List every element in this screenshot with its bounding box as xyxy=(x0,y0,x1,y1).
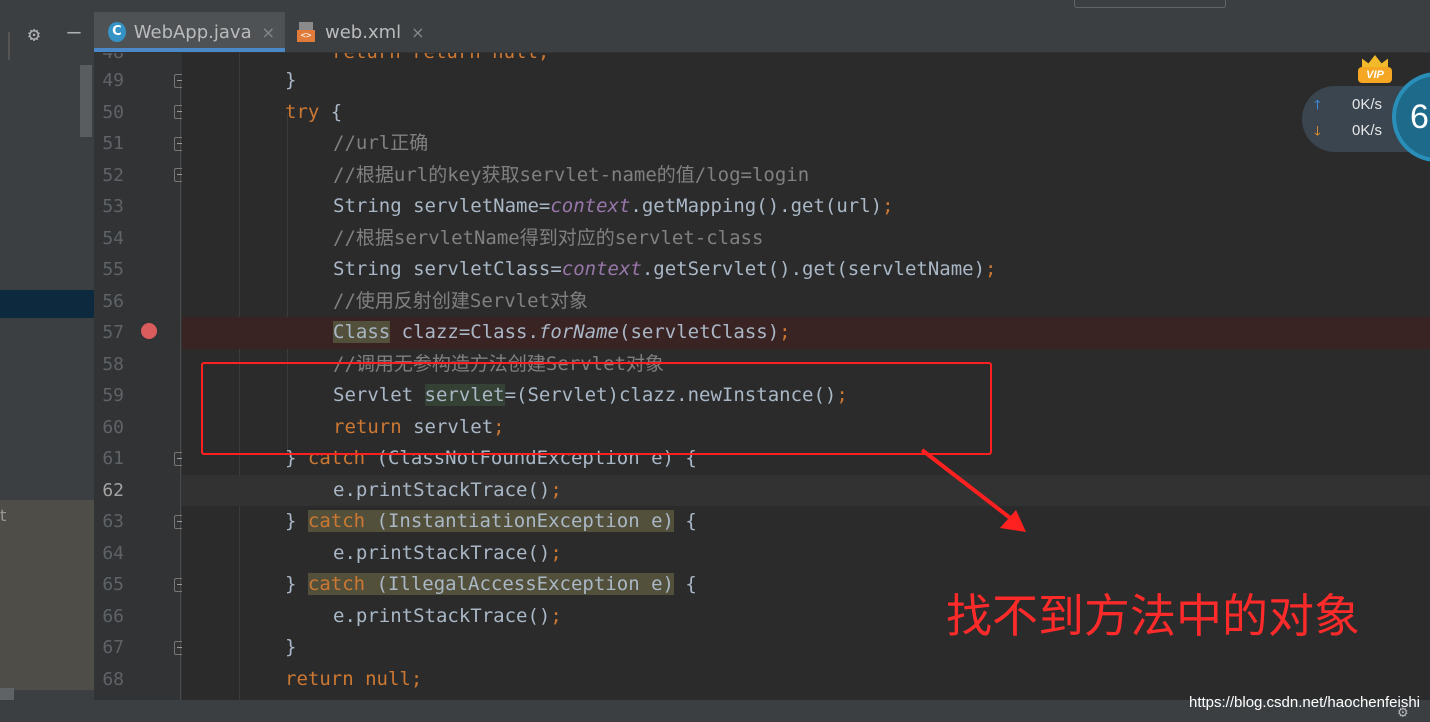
line-number: 60 xyxy=(102,416,124,438)
code-line: try { xyxy=(285,100,343,123)
code-line: } xyxy=(285,69,297,91)
close-icon[interactable]: × xyxy=(411,23,424,42)
navigation-bar xyxy=(94,0,1430,12)
annotation-highlight-box xyxy=(201,362,992,455)
download-speed: 0K/s xyxy=(1352,122,1383,139)
editor-gutter[interactable]: 48 49 50 51 52 53 54 55 56 57 58 59 60 6… xyxy=(94,53,182,700)
xml-file-icon: <> xyxy=(297,22,317,42)
tab-label: WebApp.java xyxy=(133,21,252,43)
line-number: 56 xyxy=(102,290,124,312)
java-class-icon: C xyxy=(108,22,126,42)
line-number: 50 xyxy=(102,101,124,123)
line-number: 65 xyxy=(102,574,124,595)
code-line: return null; xyxy=(285,667,423,690)
download-arrow-icon: 🡓 xyxy=(1314,123,1321,138)
fold-marker-icon[interactable] xyxy=(174,515,182,529)
line-number: 58 xyxy=(102,353,124,375)
code-line: e.printStackTrace(); xyxy=(333,541,562,564)
upload-speed-row: 🡑 0K/s xyxy=(1314,96,1394,118)
upload-arrow-icon: 🡑 xyxy=(1314,97,1321,112)
line-number: 64 xyxy=(102,542,124,564)
line-number: 61 xyxy=(102,448,124,469)
fold-marker-icon[interactable] xyxy=(174,641,182,655)
line-number: 53 xyxy=(102,196,124,217)
line-number: 63 xyxy=(102,511,124,532)
line-number: 55 xyxy=(102,259,124,280)
code-line: //url正确 xyxy=(333,132,429,154)
current-line: e.printStackTrace(); xyxy=(182,474,1430,506)
tool-window-toolbar: ⚙ — xyxy=(0,12,94,60)
code-line: //使用反射创建Servlet对象 xyxy=(333,289,588,312)
editor-tab-bar: C WebApp.java × <> web.xml × xyxy=(94,12,1430,53)
fold-marker-icon[interactable] xyxy=(174,105,182,119)
breakpoint-icon[interactable] xyxy=(141,323,157,339)
code-line: String servletClass=context.getServlet()… xyxy=(333,258,997,280)
close-icon[interactable]: × xyxy=(262,23,275,42)
fold-marker-icon[interactable] xyxy=(174,168,182,182)
tab-webapp-java[interactable]: C WebApp.java × xyxy=(94,12,285,52)
tab-label: web.xml xyxy=(325,21,402,43)
gear-icon[interactable]: ⚙ xyxy=(22,22,46,46)
download-speed-row: 🡓 0K/s xyxy=(1314,122,1394,144)
line-number: 52 xyxy=(102,164,124,186)
tool-window-scrollbar[interactable] xyxy=(80,65,92,137)
fold-marker-icon[interactable] xyxy=(174,74,182,88)
code-line: String servletName=context.getMapping().… xyxy=(333,195,894,217)
line-number: 59 xyxy=(102,385,124,406)
upload-speed: 0K/s xyxy=(1352,96,1383,113)
line-number: 54 xyxy=(102,227,124,249)
structure-panel xyxy=(0,500,94,690)
vip-badge-icon: VIP xyxy=(1358,55,1392,85)
line-number: 67 xyxy=(102,637,124,658)
line-number-current: 62 xyxy=(102,479,124,501)
minus-icon[interactable]: — xyxy=(62,22,86,46)
fold-marker-icon[interactable] xyxy=(174,578,182,592)
line-number: 51 xyxy=(102,133,124,154)
line-number: 49 xyxy=(102,70,124,91)
fold-marker-icon[interactable] xyxy=(174,452,182,466)
code-line: //根据url的key获取servlet-name的值/log=login xyxy=(333,163,810,186)
line-number: 66 xyxy=(102,605,124,627)
vip-label: VIP xyxy=(1358,67,1392,83)
line-number: 68 xyxy=(102,668,124,690)
selected-tree-item[interactable] xyxy=(0,290,94,318)
code-line: //根据servletName得到对应的servlet-class xyxy=(333,226,764,249)
toolbar-separator xyxy=(8,32,10,60)
structure-panel-text: t xyxy=(0,506,7,525)
crown-icon xyxy=(1362,55,1388,67)
fold-marker-icon[interactable] xyxy=(174,137,182,151)
code-line: } catch (InstantiationException e) { xyxy=(285,510,697,532)
tab-web-xml[interactable]: <> web.xml × xyxy=(287,12,437,52)
breakpoint-line: Class clazz=Class.forName(servletClass); xyxy=(182,317,1430,349)
annotation-text: 找不到方法中的对象 xyxy=(946,589,1360,643)
run-configuration-selector[interactable] xyxy=(1074,0,1226,8)
watermark: https://blog.csdn.net/haochenfeishi xyxy=(1189,694,1420,711)
line-number: 57 xyxy=(102,322,124,343)
